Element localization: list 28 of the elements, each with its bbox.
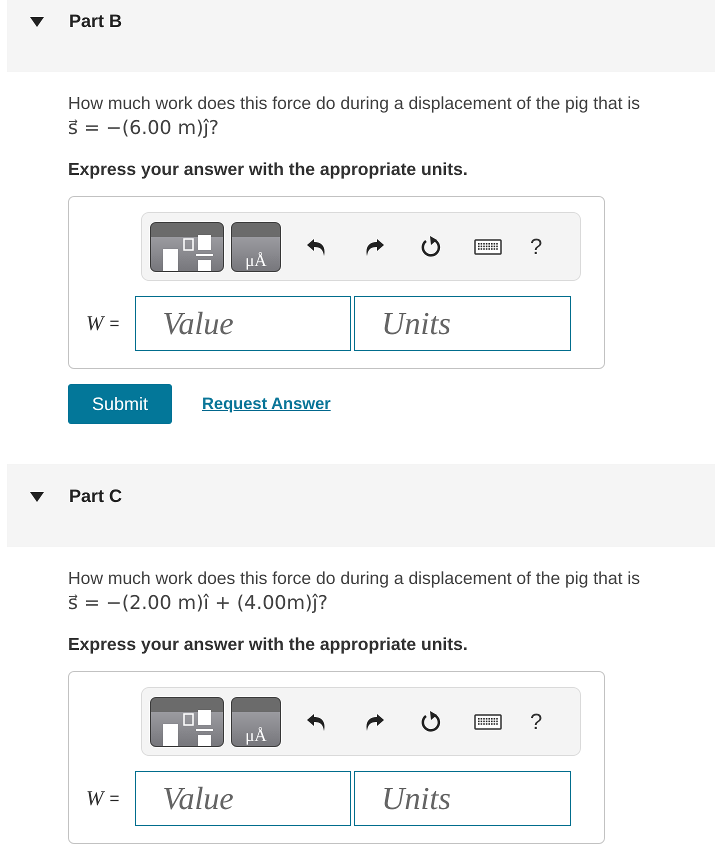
submit-button[interactable]: Submit <box>68 384 172 424</box>
instruction-text: Express your answer with the appropriate units. <box>68 159 469 180</box>
instruction-text: Express your answer with the appropriate units. <box>68 634 469 655</box>
part-title: Part C <box>69 486 122 507</box>
question-text: How much work does this force do during a displacement of the pig that is <box>68 567 641 590</box>
units-button[interactable]: μÅ <box>231 222 281 272</box>
variable-label: W <box>86 786 104 811</box>
equals-sign: = <box>110 788 120 808</box>
units-field[interactable]: Units <box>354 296 572 351</box>
templates-button[interactable] <box>150 222 224 272</box>
formula: s⃗ = −(2.00 m)ı̂ + (4.00m)ȷ̂? <box>68 591 329 616</box>
value-field[interactable]: Value <box>135 296 352 351</box>
question-text: How much work does this force do during a displacement of the pig that is <box>68 92 641 115</box>
help-button[interactable]: ? <box>530 234 542 260</box>
request-answer-link[interactable]: Request Answer <box>202 394 331 414</box>
part-header[interactable]: Part B <box>7 0 715 72</box>
units-button[interactable]: μÅ <box>231 696 281 746</box>
part-title: Part B <box>69 11 122 32</box>
value-field[interactable]: Value <box>135 771 352 826</box>
expand-triangle-icon[interactable] <box>30 492 44 502</box>
help-button[interactable]: ? <box>530 708 542 734</box>
equals-sign: = <box>110 314 120 334</box>
variable-label: W <box>86 311 104 336</box>
expand-triangle-icon[interactable] <box>30 17 44 27</box>
formula: s⃗ = −(6.00 m)ȷ̂? <box>68 116 220 141</box>
units-field[interactable]: Units <box>354 771 572 826</box>
part-header[interactable]: Part C <box>7 464 715 547</box>
templates-button[interactable] <box>150 696 224 746</box>
